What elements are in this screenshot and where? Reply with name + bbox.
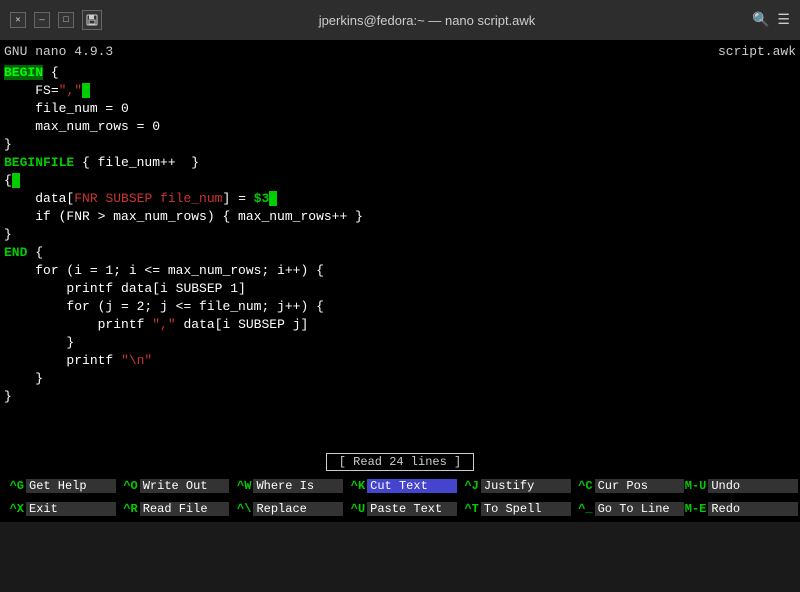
editor-line: BEGIN { <box>4 64 796 82</box>
shortcut-label: Justify <box>481 479 571 493</box>
shortcut-label: Cut Text <box>367 479 457 493</box>
editor-line: printf "," data[i SUBSEP j] <box>4 316 796 334</box>
shortcuts-panel: ^G Get Help ^O Write Out ^W Where Is ^K … <box>0 472 800 522</box>
maximize-button[interactable]: □ <box>58 12 74 28</box>
shortcut-cur-pos[interactable]: ^C Cur Pos <box>571 475 685 497</box>
shortcut-go-to-line[interactable]: ^_ Go To Line <box>571 498 685 520</box>
shortcut-label: Write Out <box>140 479 230 493</box>
shortcut-to-spell[interactable]: ^T To Spell <box>457 498 571 520</box>
shortcut-label: Read File <box>140 502 230 516</box>
shortcut-label: Paste Text <box>367 502 457 516</box>
editor-line: data[FNR SUBSEP file_num] = $3 <box>4 190 796 208</box>
window-controls: ✕ — □ <box>10 10 102 30</box>
window-title: jperkins@fedora:~ — nano script.awk <box>319 13 536 28</box>
menu-icon[interactable]: ☰ <box>777 12 790 29</box>
shortcut-label: Where Is <box>253 479 343 493</box>
shortcut-where-is[interactable]: ^W Where Is <box>229 475 343 497</box>
shortcut-key: ^J <box>457 479 479 493</box>
shortcut-label: Replace <box>253 502 343 516</box>
shortcut-write-out[interactable]: ^O Write Out <box>116 475 230 497</box>
shortcut-key: ^R <box>116 502 138 516</box>
shortcut-key: ^K <box>343 479 365 493</box>
shortcut-label: Redo <box>708 502 798 516</box>
minimize-button[interactable]: — <box>34 12 50 28</box>
shortcut-paste-text[interactable]: ^U Paste Text <box>343 498 457 520</box>
shortcut-read-file[interactable]: ^R Read File <box>116 498 230 520</box>
close-button[interactable]: ✕ <box>10 12 26 28</box>
shortcut-key: ^U <box>343 502 365 516</box>
editor-line: for (i = 1; i <= max_num_rows; i++) { <box>4 262 796 280</box>
shortcut-cut-text[interactable]: ^K Cut Text <box>343 475 457 497</box>
nano-version: GNU nano 4.9.3 <box>4 44 113 59</box>
shortcut-row-2: ^X Exit ^R Read File ^\ Replace ^U Paste… <box>0 497 800 520</box>
shortcut-key: ^\ <box>229 502 251 516</box>
shortcut-label: Go To Line <box>595 502 685 516</box>
editor-line: max_num_rows = 0 <box>4 118 796 136</box>
editor-line: FS="," <box>4 82 796 100</box>
shortcut-label: To Spell <box>481 502 571 516</box>
search-icon[interactable]: 🔍 <box>752 12 769 29</box>
shortcut-key: ^O <box>116 479 138 493</box>
shortcut-key: ^_ <box>571 502 593 516</box>
shortcut-key: ^X <box>2 502 24 516</box>
editor-line: { <box>4 172 796 190</box>
shortcut-key: M-U <box>684 479 706 493</box>
editor-line: BEGINFILE { file_num++ } <box>4 154 796 172</box>
window-actions: 🔍 ☰ <box>752 12 790 29</box>
editor-line: } <box>4 370 796 388</box>
editor-line: printf data[i SUBSEP 1] <box>4 280 796 298</box>
save-button[interactable] <box>82 10 102 30</box>
shortcut-redo[interactable]: M-E Redo <box>684 498 798 520</box>
editor-line: } <box>4 136 796 154</box>
shortcut-label: Get Help <box>26 479 116 493</box>
shortcut-label: Cur Pos <box>595 479 685 493</box>
status-bar: [ Read 24 lines ] <box>0 452 800 472</box>
shortcut-label: Exit <box>26 502 116 516</box>
editor-line: file_num = 0 <box>4 100 796 118</box>
nano-filename: script.awk <box>718 44 796 59</box>
editor-line: } <box>4 388 796 406</box>
shortcut-key: M-E <box>684 502 706 516</box>
shortcut-key: ^W <box>229 479 251 493</box>
shortcut-exit[interactable]: ^X Exit <box>2 498 116 520</box>
shortcut-row-1: ^G Get Help ^O Write Out ^W Where Is ^K … <box>0 474 800 497</box>
editor-line: } <box>4 334 796 352</box>
shortcut-label: Undo <box>708 479 798 493</box>
nano-header: GNU nano 4.9.3 script.awk <box>0 40 800 62</box>
shortcut-justify[interactable]: ^J Justify <box>457 475 571 497</box>
status-notification: [ Read 24 lines ] <box>326 453 474 471</box>
editor-line: END { <box>4 244 796 262</box>
shortcut-key: ^G <box>2 479 24 493</box>
shortcut-get-help[interactable]: ^G Get Help <box>2 475 116 497</box>
shortcut-replace[interactable]: ^\ Replace <box>229 498 343 520</box>
title-bar: ✕ — □ jperkins@fedora:~ — nano script.aw… <box>0 0 800 40</box>
shortcut-key: ^C <box>571 479 593 493</box>
editor-line: printf "\n" <box>4 352 796 370</box>
shortcut-key: ^T <box>457 502 479 516</box>
editor-line: for (j = 2; j <= file_num; j++) { <box>4 298 796 316</box>
editor-area[interactable]: BEGIN { FS="," file_num = 0 max_num_rows… <box>0 62 800 452</box>
shortcut-undo[interactable]: M-U Undo <box>684 475 798 497</box>
editor-line: if (FNR > max_num_rows) { max_num_rows++… <box>4 208 796 226</box>
editor-line: } <box>4 226 796 244</box>
